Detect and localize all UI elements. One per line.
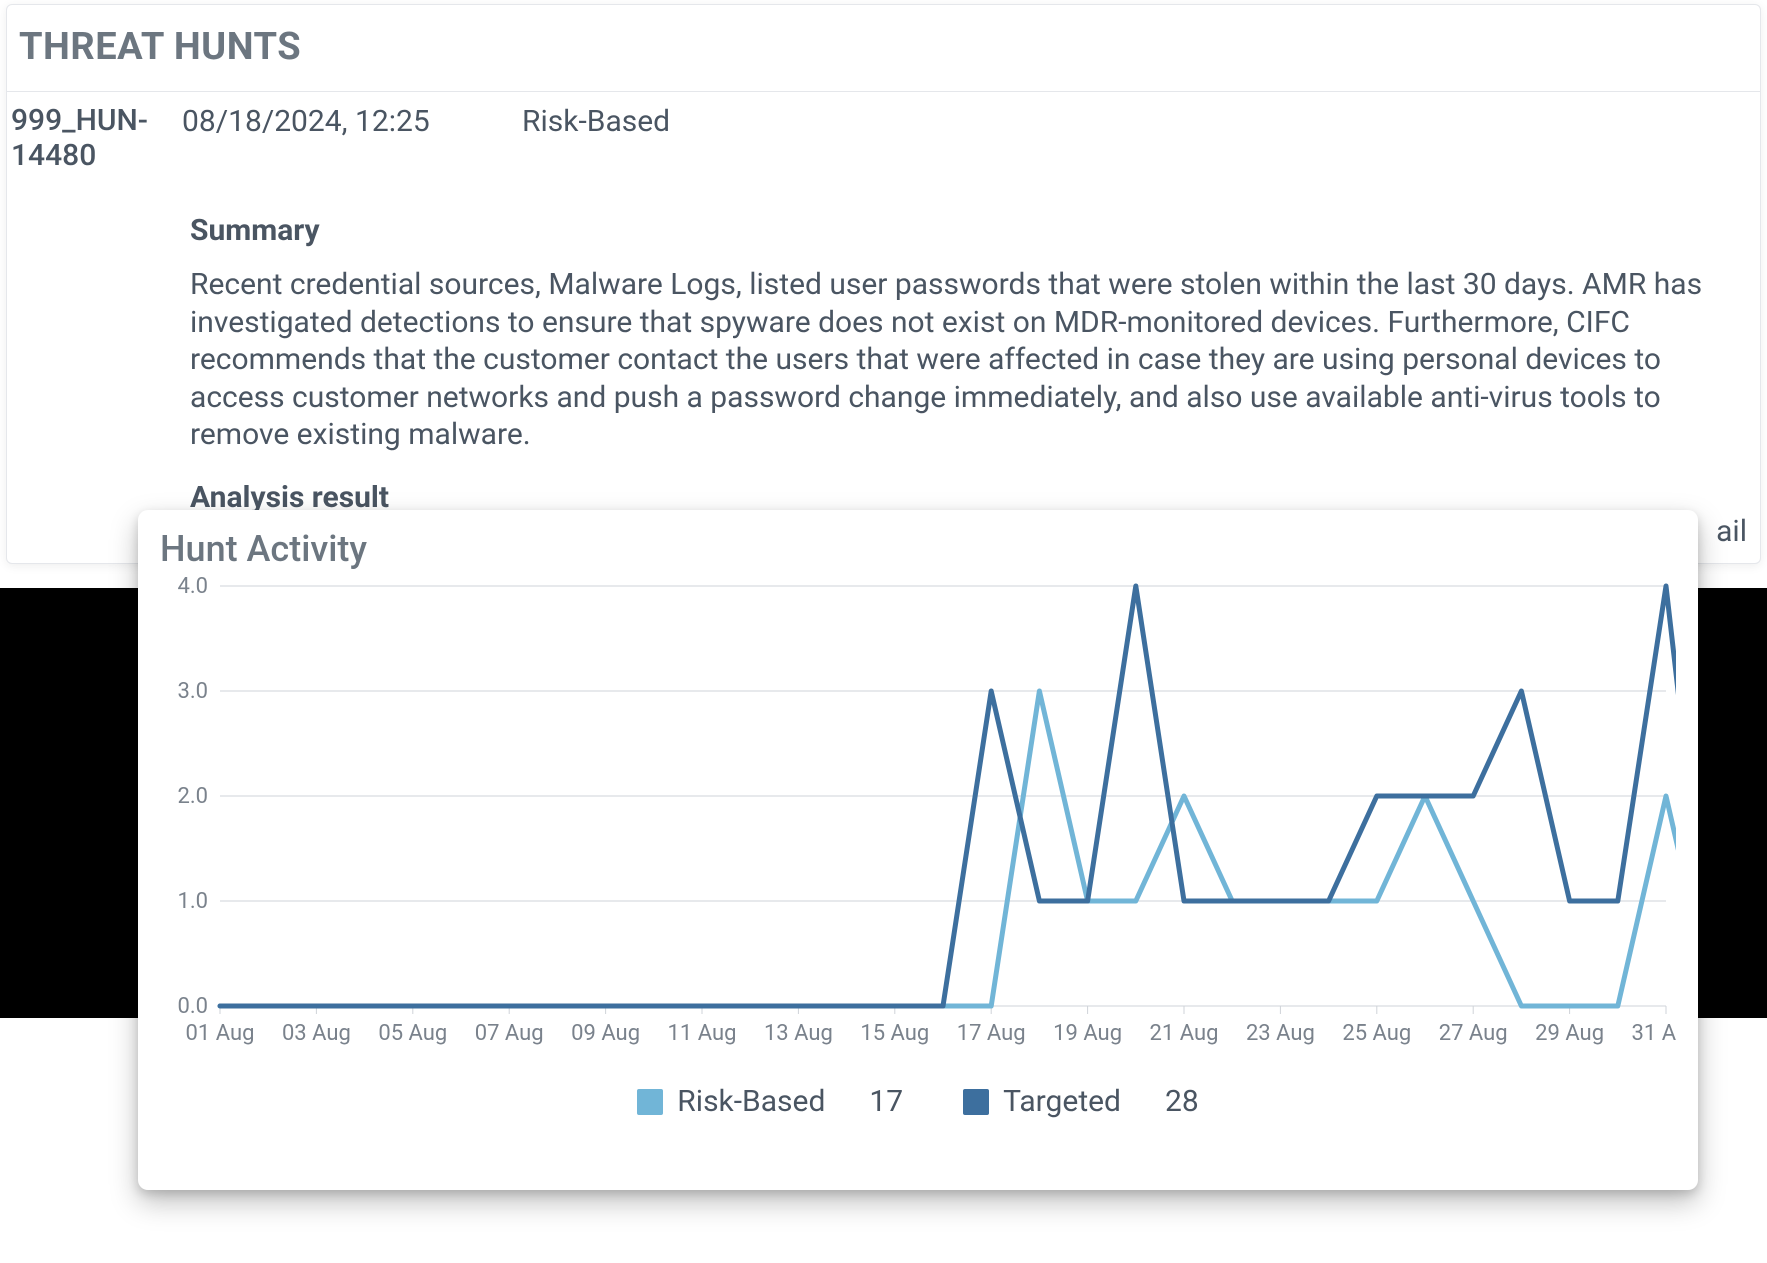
svg-text:2.0: 2.0: [177, 784, 208, 809]
threat-hunts-card: THREAT HUNTS 999_HUN-14480 08/18/2024, 1…: [6, 4, 1761, 564]
hunt-type: Risk-Based: [522, 104, 670, 139]
line-chart: 0.0 1.0 2.0 3.0 4.0 01 Aug 03 Aug 05 Aug 07 Aug 0…: [160, 576, 1676, 1066]
svg-text:27 Aug: 27 Aug: [1439, 1021, 1508, 1046]
svg-text:15 Aug: 15 Aug: [860, 1021, 929, 1046]
svg-text:01 Aug: 01 Aug: [186, 1021, 255, 1046]
legend-item-targeted: Targeted 28: [963, 1084, 1199, 1119]
svg-text:07 Aug: 07 Aug: [475, 1021, 544, 1046]
legend-count: 17: [869, 1084, 903, 1119]
legend-item-risk-based: Risk-Based 17: [637, 1084, 903, 1119]
svg-text:23 Aug: 23 Aug: [1246, 1021, 1315, 1046]
hunt-activity-card: Hunt Activity 0.0 1.0 2.0 3.0 4.0 01 Aug 03 Au…: [138, 510, 1698, 1190]
hunt-body: Summary Recent credential sources, Malwa…: [7, 213, 1760, 515]
hunt-id: 999_HUN-14480: [7, 104, 182, 173]
svg-text:25 Aug: 25 Aug: [1342, 1021, 1411, 1046]
chart-plot-area: 0.0 1.0 2.0 3.0 4.0 01 Aug 03 Aug 05 Aug 07 Aug 0…: [160, 576, 1676, 1066]
swatch-icon: [963, 1089, 989, 1115]
legend-label: Risk-Based: [677, 1084, 825, 1119]
svg-text:03 Aug: 03 Aug: [282, 1021, 351, 1046]
svg-text:19 Aug: 19 Aug: [1053, 1021, 1122, 1046]
page-title: THREAT HUNTS: [7, 5, 1760, 92]
chart-legend: Risk-Based 17 Targeted 28: [160, 1084, 1676, 1119]
svg-text:1.0: 1.0: [177, 889, 208, 914]
svg-text:09 Aug: 09 Aug: [571, 1021, 640, 1046]
svg-text:13 Aug: 13 Aug: [764, 1021, 833, 1046]
swatch-icon: [637, 1089, 663, 1115]
hunt-timestamp: 08/18/2024, 12:25: [182, 104, 522, 139]
svg-text:29 Aug: 29 Aug: [1535, 1021, 1604, 1046]
legend-label: Targeted: [1003, 1084, 1121, 1119]
svg-text:3.0: 3.0: [177, 679, 208, 704]
chart-title: Hunt Activity: [160, 528, 1676, 570]
stray-label: ail: [1716, 514, 1747, 549]
legend-count: 28: [1165, 1084, 1199, 1119]
svg-text:0.0: 0.0: [177, 994, 208, 1019]
hunt-row: 999_HUN-14480 08/18/2024, 12:25 Risk-Bas…: [7, 92, 1760, 173]
summary-text: Recent credential sources, Malware Logs,…: [190, 266, 1730, 454]
svg-text:11 Aug: 11 Aug: [668, 1021, 737, 1046]
svg-text:05 Aug: 05 Aug: [378, 1021, 447, 1046]
svg-text:31 Aug: 31 Aug: [1632, 1021, 1676, 1046]
summary-heading: Summary: [190, 213, 1730, 248]
svg-text:21 Aug: 21 Aug: [1150, 1021, 1219, 1046]
svg-text:4.0: 4.0: [177, 576, 208, 599]
svg-text:17 Aug: 17 Aug: [957, 1021, 1026, 1046]
